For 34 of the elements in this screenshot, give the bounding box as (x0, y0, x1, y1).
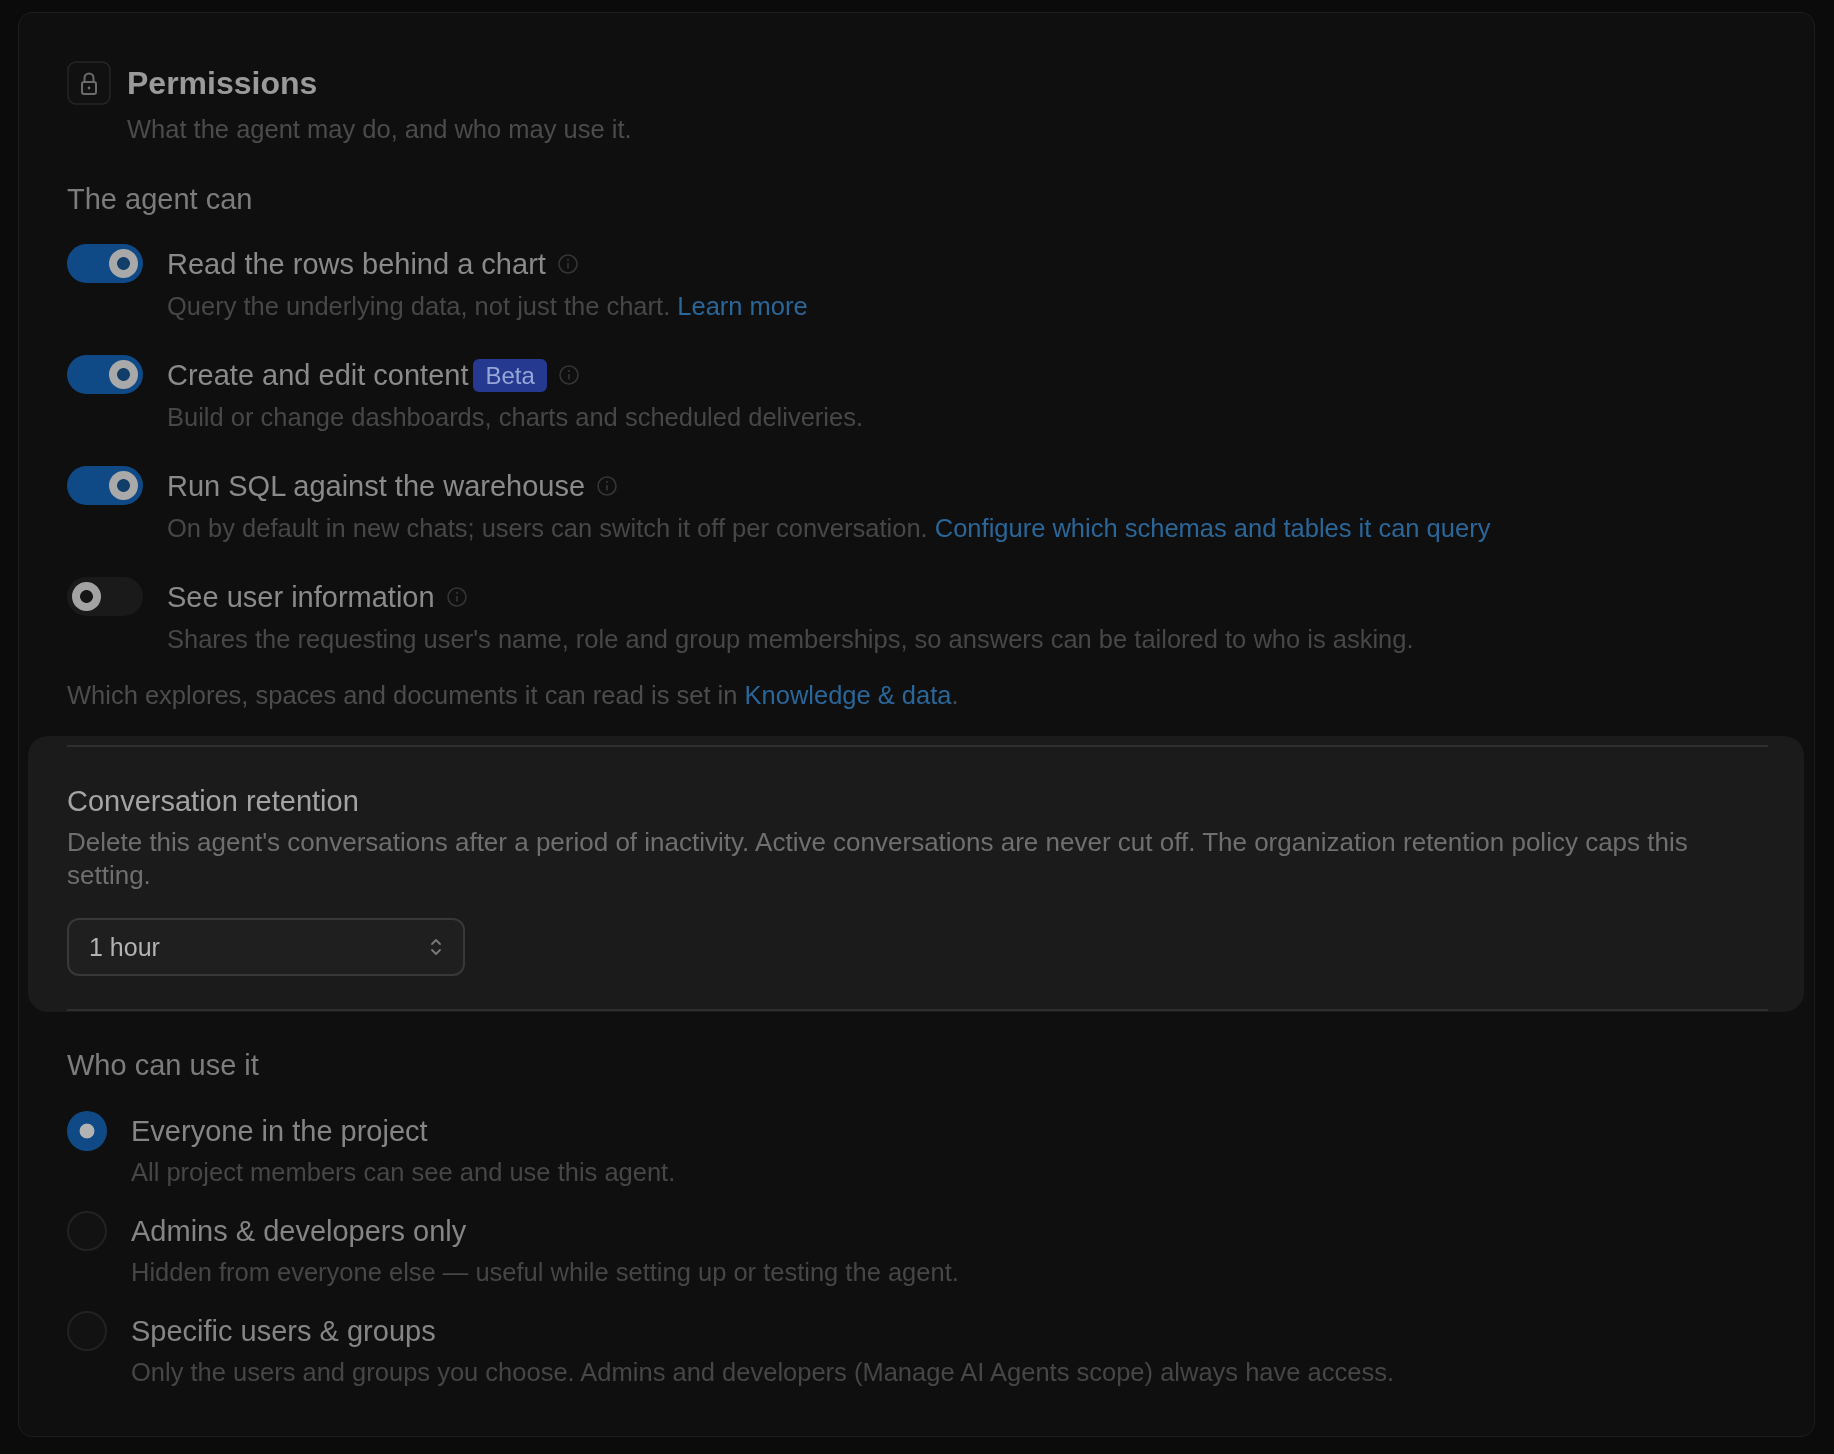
capability-description: Query the underlying data, not just the chart. Learn more (167, 291, 809, 322)
capability-title: Read the rows behind a chart (167, 247, 546, 282)
section-heading: Who can use it (67, 1048, 260, 1083)
info-icon[interactable] (558, 365, 579, 385)
chevron-up-down-icon (429, 936, 443, 958)
lock-icon (67, 61, 111, 105)
radio-button[interactable] (67, 1111, 107, 1151)
capability-title: Create and edit content (167, 358, 469, 393)
capability-description: On by default in new chats; users can switch it off per conversation. Configure which schemas and tables it can query (167, 513, 1492, 544)
capability-title: See user information (167, 580, 435, 615)
toggle-switch[interactable] (67, 466, 143, 505)
text-link[interactable]: Knowledge & data (744, 681, 952, 709)
option-label: Specific users & groups (131, 1314, 437, 1349)
section-heading: The agent can (67, 182, 254, 217)
info-icon[interactable] (557, 254, 578, 274)
label-badge: Beta (473, 358, 547, 392)
toggle-switch[interactable] (67, 355, 143, 394)
text-link[interactable]: Learn more (677, 292, 808, 320)
toggle-switch[interactable] (67, 244, 143, 283)
option-label: Admins & developers only (131, 1214, 468, 1249)
retention-select[interactable]: 1 hour (67, 918, 465, 976)
capability-description: Shares the requesting user's name, role and group memberships, so answers can be tailored to who is asking. (167, 624, 1415, 655)
option-label: Everyone in the project (131, 1114, 429, 1149)
toggle-switch[interactable] (67, 577, 143, 616)
page-subtitle: What the agent may do, and who may use it. (127, 114, 633, 145)
retention-description: Delete this agent's conversations after a period of inactivity. Active conversations are never cut off. The organization retention policy caps this setting. (67, 826, 1689, 892)
info-icon[interactable] (597, 476, 618, 496)
page-title: Permissions (127, 64, 319, 103)
retention-title: Conversation retention (67, 784, 360, 819)
footnote-text: Which explores, spaces and documents it can read is set in Knowledge & data. (67, 680, 960, 711)
capability-description: Build or change dashboards, charts and scheduled deliveries. (167, 402, 865, 433)
capability-title: Run SQL against the warehouse (167, 469, 586, 504)
info-icon[interactable] (446, 587, 467, 607)
text-link[interactable]: Configure which schemas and tables it can query (934, 514, 1491, 542)
